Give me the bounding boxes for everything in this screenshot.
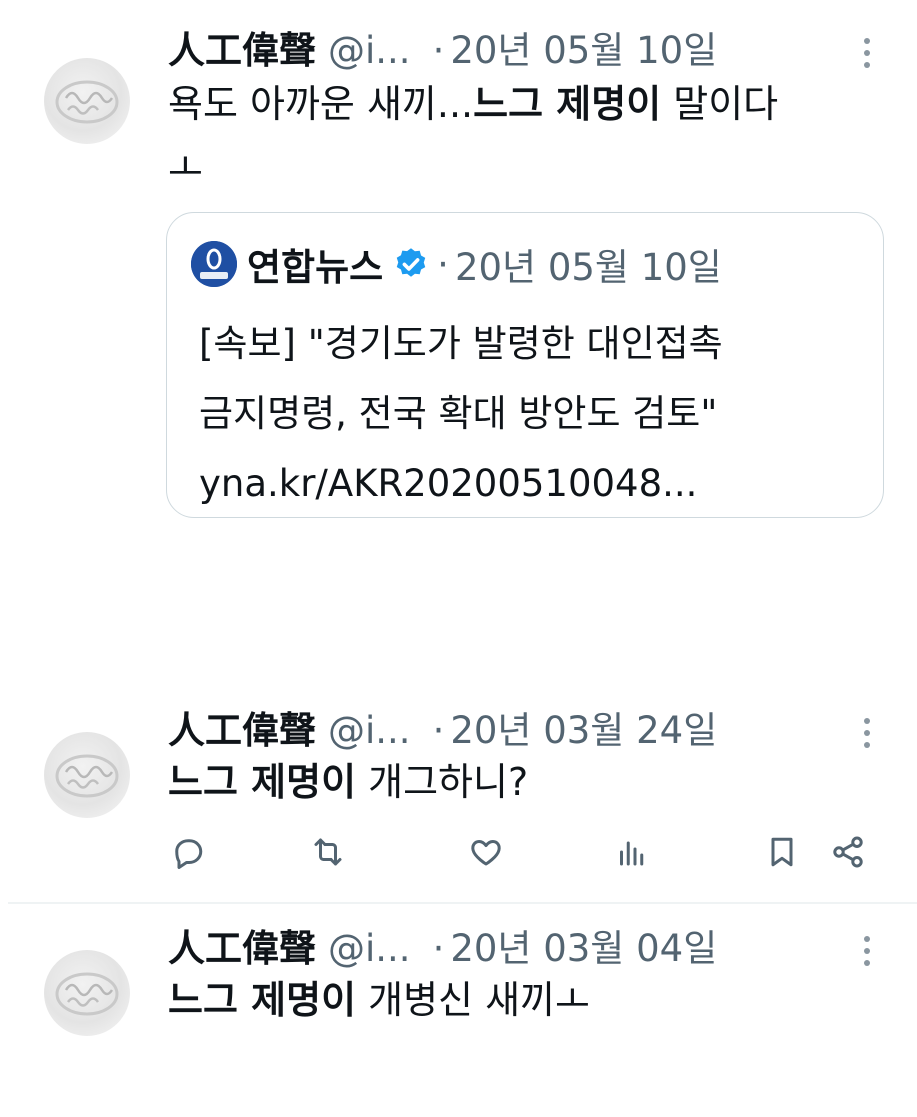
tweet-date[interactable]: 20년 05월 10일 bbox=[450, 20, 717, 74]
avatar-image bbox=[55, 754, 119, 798]
tweet-header: 人工偉聲 @i... · 20년 05월 10일 bbox=[168, 20, 717, 72]
tweet[interactable]: 人工偉聲 @i... · 20년 03월 04일 느그 제명이 개병신 새끼ㅗ bbox=[0, 918, 917, 1098]
tweet-date[interactable]: 20년 03월 24일 bbox=[450, 700, 717, 754]
avatar[interactable] bbox=[44, 732, 130, 818]
verified-badge-icon bbox=[396, 248, 426, 277]
tweet-text: 느그 제명이 개그하니? bbox=[168, 750, 878, 814]
share-icon bbox=[833, 836, 863, 868]
separator-dot: · bbox=[432, 709, 445, 752]
tweet-text: 욕도 아까운 새끼...느그 제명이 말이다 ㅗ bbox=[168, 72, 878, 200]
reply-button[interactable] bbox=[166, 830, 210, 874]
separator-dot: · bbox=[432, 29, 445, 72]
quoted-tweet[interactable]: 연합뉴스 · 20년 05월 10일 [속보] "경기도가 발령한 대인접촉 금… bbox=[166, 212, 884, 518]
avatar[interactable] bbox=[44, 58, 130, 144]
user-handle[interactable]: @i... bbox=[328, 927, 411, 970]
share-button[interactable] bbox=[826, 830, 870, 874]
separator-dot: · bbox=[432, 927, 445, 970]
tweet-divider bbox=[8, 902, 917, 904]
like-button[interactable] bbox=[464, 830, 508, 874]
quoted-link[interactable]: yna.kr/AKR20200510048... bbox=[199, 462, 697, 505]
tweet-text-bold: 느그 제명이 bbox=[168, 760, 357, 804]
display-name[interactable]: 人工偉聲 bbox=[168, 700, 316, 754]
tweet-date[interactable]: 20년 03월 04일 bbox=[450, 918, 717, 972]
tweet-text-part: 개그하니? bbox=[356, 760, 529, 804]
tweet-text-part: 욕도 아까운 새끼... bbox=[168, 82, 474, 126]
tweet-text-line2: ㅗ bbox=[168, 146, 203, 190]
tweet-header: 人工偉聲 @i... · 20년 03월 04일 bbox=[168, 918, 717, 970]
tweet-header: 人工偉聲 @i... · 20년 03월 24일 bbox=[168, 700, 717, 752]
quoted-display-name[interactable]: 연합뉴스 bbox=[247, 237, 383, 291]
avatar-image bbox=[55, 80, 119, 124]
bookmark-button[interactable] bbox=[760, 830, 804, 874]
display-name[interactable]: 人工偉聲 bbox=[168, 20, 316, 74]
bookmark-icon bbox=[771, 837, 793, 867]
separator-dot: · bbox=[437, 242, 449, 286]
reply-icon bbox=[175, 839, 203, 869]
quoted-text: [속보] "경기도가 발령한 대인접촉 금지명령, 전국 확대 방안도 검토" … bbox=[199, 309, 879, 519]
tweet-text-bold: 느그 제명이 bbox=[473, 82, 662, 126]
display-name[interactable]: 人工偉聲 bbox=[168, 918, 316, 972]
more-icon[interactable] bbox=[863, 38, 871, 68]
like-icon bbox=[471, 840, 501, 866]
tweet-text-part: 개병신 새끼ㅗ bbox=[356, 978, 590, 1022]
yonhap-logo-icon bbox=[191, 241, 237, 287]
tweet[interactable]: 人工偉聲 @i... · 20년 05월 10일 욕도 아까운 새끼...느그 … bbox=[0, 20, 917, 540]
quoted-avatar bbox=[191, 241, 237, 287]
user-handle[interactable]: @i... bbox=[328, 29, 411, 72]
more-icon[interactable] bbox=[863, 936, 871, 966]
tweet-text: 느그 제명이 개병신 새끼ㅗ bbox=[168, 968, 878, 1032]
tweet-text-bold: 느그 제명이 bbox=[168, 978, 357, 1022]
retweet-icon bbox=[314, 838, 342, 866]
tweet-actions bbox=[162, 830, 872, 880]
views-icon bbox=[620, 841, 644, 866]
quoted-text-line: [속보] "경기도가 발령한 대인접촉 bbox=[199, 322, 723, 365]
views-button[interactable] bbox=[610, 830, 654, 874]
avatar-image bbox=[55, 972, 119, 1016]
quoted-text-line: 금지명령, 전국 확대 방안도 검토" bbox=[199, 392, 718, 435]
retweet-button[interactable] bbox=[306, 830, 350, 874]
quoted-tweet-header: 연합뉴스 · 20년 05월 10일 bbox=[191, 237, 722, 291]
more-icon[interactable] bbox=[863, 718, 871, 748]
avatar[interactable] bbox=[44, 950, 130, 1036]
quoted-date[interactable]: 20년 05월 10일 bbox=[455, 237, 722, 291]
tweet-text-part: 말이다 bbox=[661, 82, 779, 126]
user-handle[interactable]: @i... bbox=[328, 709, 411, 752]
